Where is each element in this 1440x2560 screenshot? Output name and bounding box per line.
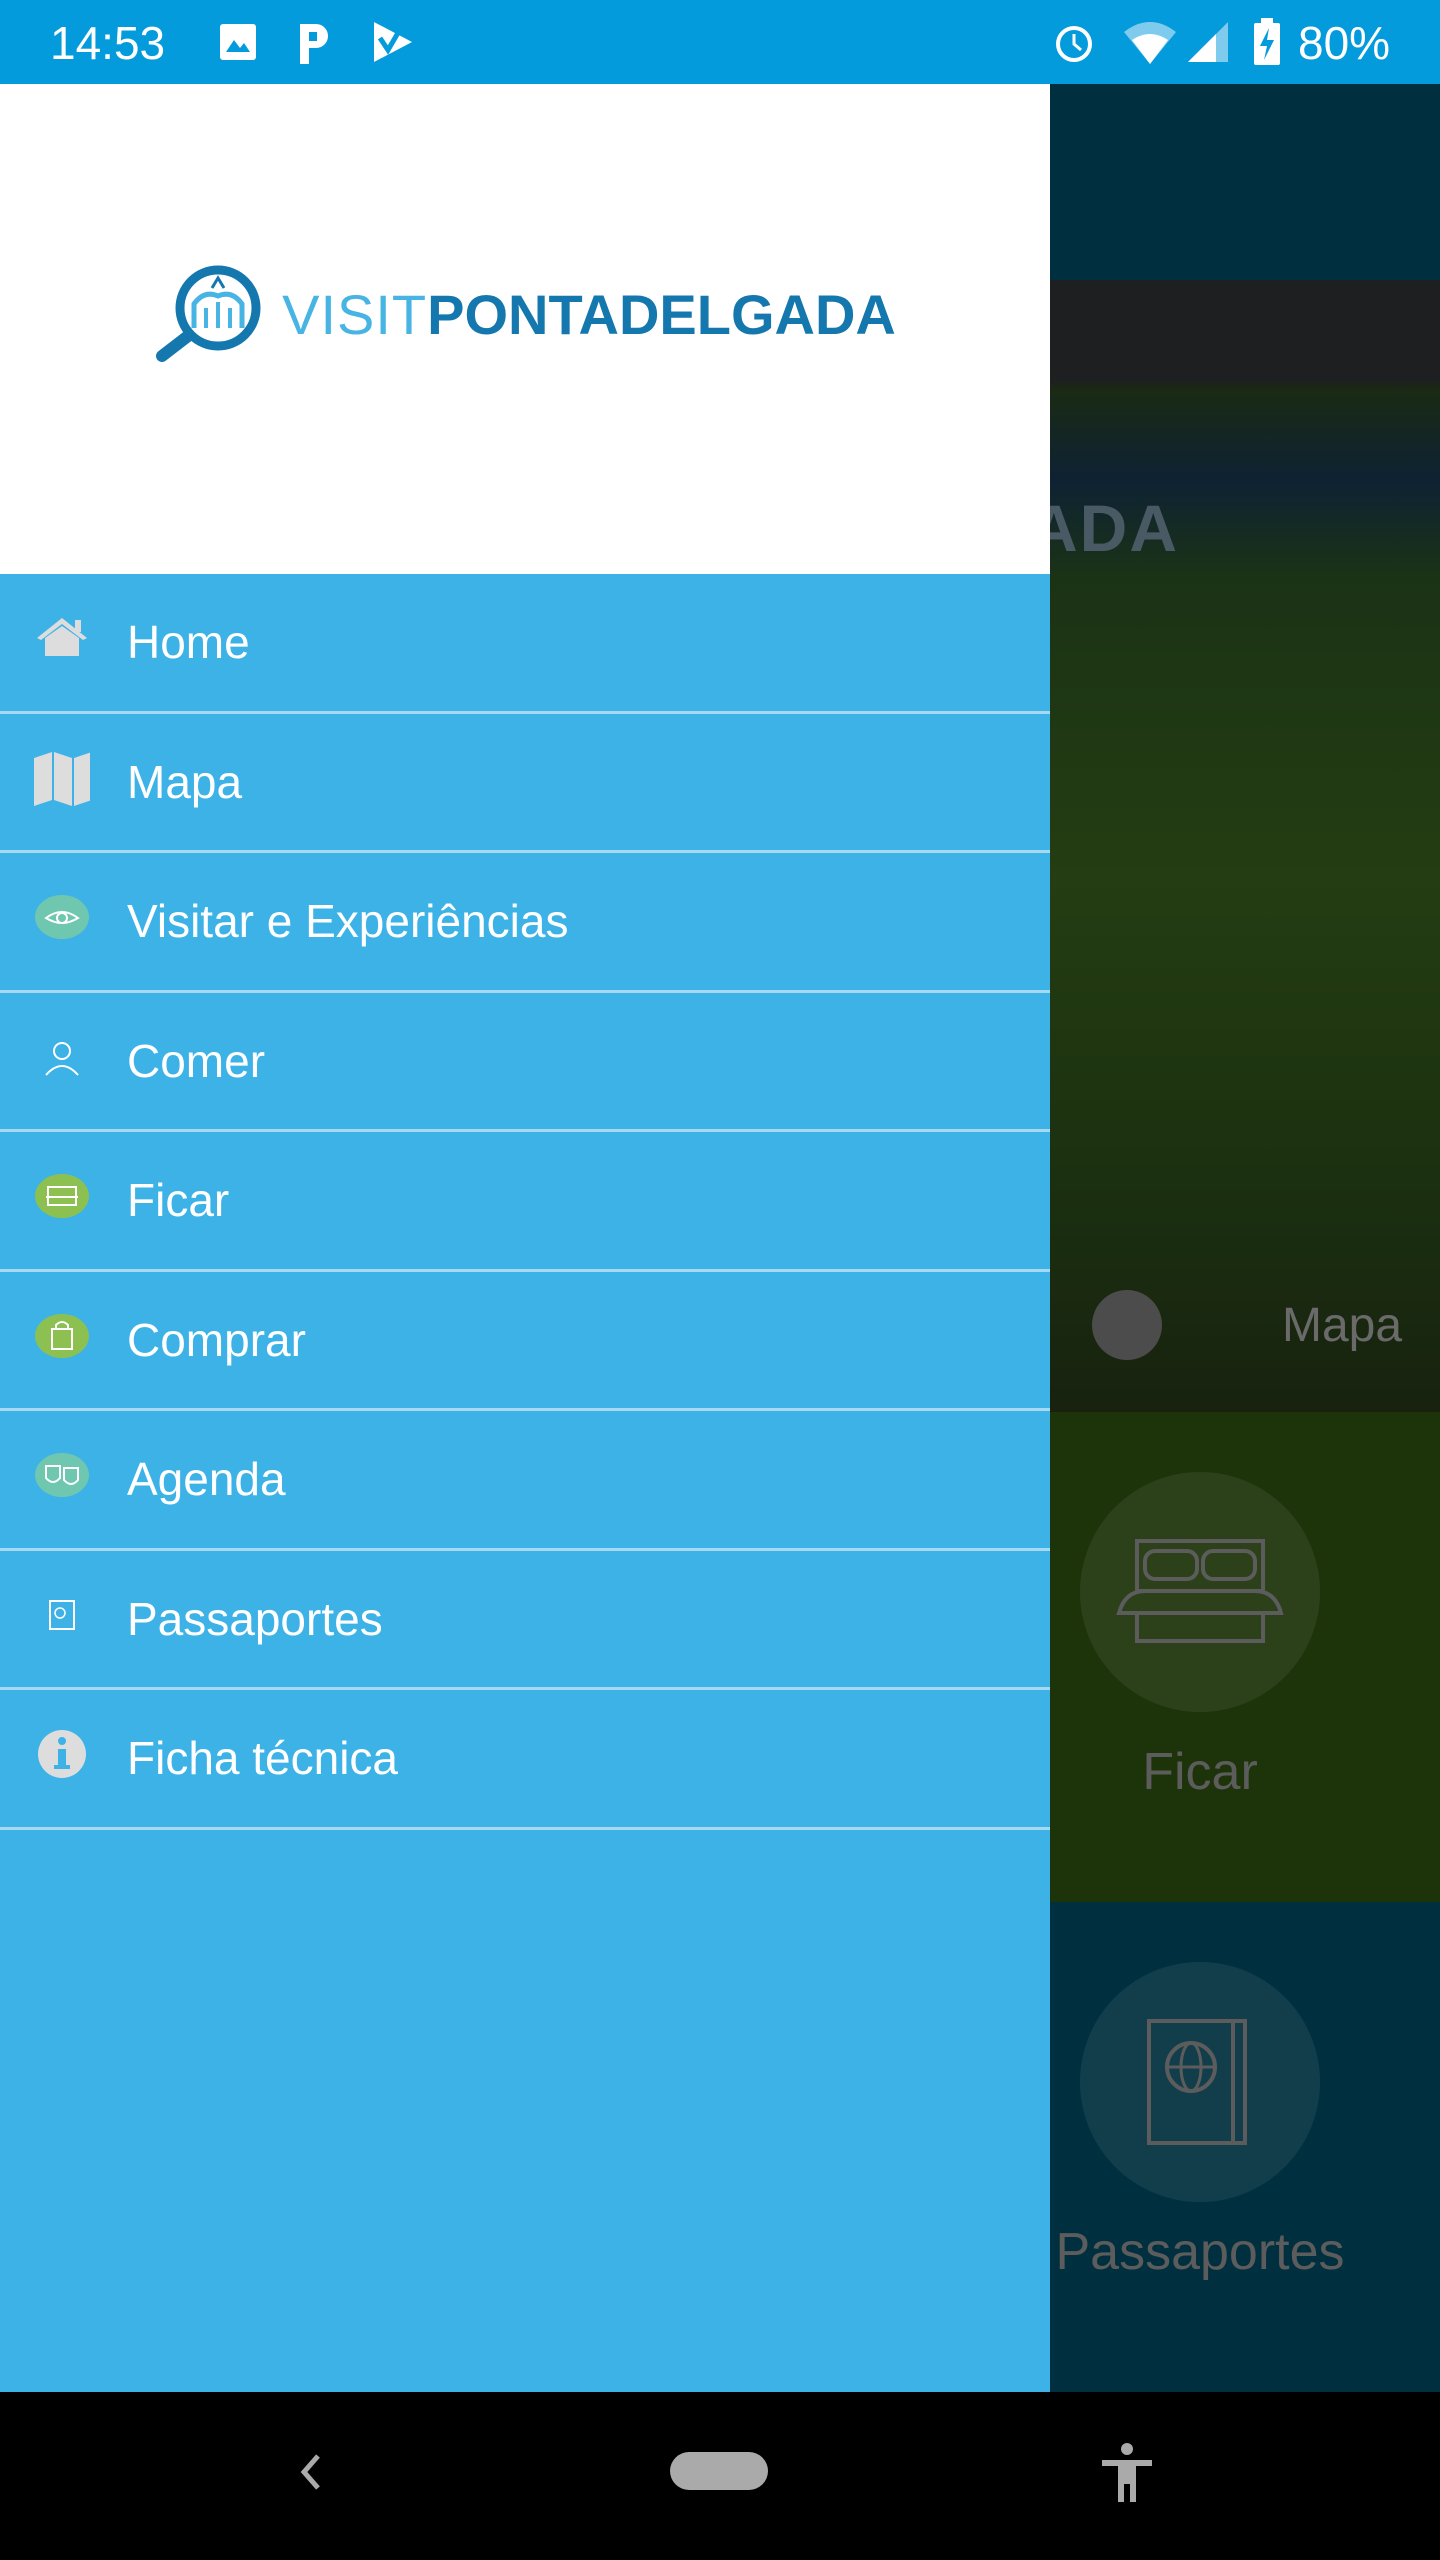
battery-charging-icon — [1252, 18, 1282, 65]
drawer-item-comprar[interactable]: Comprar — [0, 1272, 1050, 1411]
drawer-item-label: Comer — [127, 1034, 266, 1087]
bed-icon — [1080, 1472, 1320, 1712]
passport-icon — [34, 1589, 90, 1641]
image-icon — [218, 20, 258, 64]
tile-label-ficar: Ficar — [1142, 1743, 1258, 1801]
drawer-item-visitar[interactable]: Visitar e Experiências — [0, 853, 1050, 993]
map-icon — [34, 751, 90, 806]
carousel-dot — [1092, 1290, 1162, 1360]
drawer-item-comer[interactable]: Comer — [0, 993, 1050, 1132]
drawer-item-mapa[interactable]: Mapa — [0, 714, 1050, 853]
bed-icon — [34, 1170, 90, 1222]
drawer-item-home[interactable]: Home — [0, 574, 1050, 714]
drawer-item-label: Ficha técnica — [127, 1732, 399, 1785]
eye-icon — [34, 891, 90, 943]
theater-masks-icon — [34, 1449, 90, 1501]
check-icon — [372, 20, 414, 64]
drawer-item-label: Home — [127, 616, 250, 669]
wifi-icon — [1122, 20, 1178, 64]
tile-label-passaportes: Passaportes — [1055, 2223, 1345, 2281]
hero-map-link: Mapa — [1282, 1299, 1403, 1352]
battery-percent: 80% — [1298, 17, 1391, 69]
drawer-item-label: Passaportes — [127, 1592, 383, 1645]
drawer-item-label: Comprar — [127, 1313, 306, 1366]
drawer-item-agenda[interactable]: Agenda — [0, 1411, 1050, 1551]
shopping-bag-icon — [34, 1310, 90, 1362]
logo-word-pontadelgada: PONTADELGADA — [427, 282, 896, 346]
logo-word-visit: VISIT — [282, 282, 428, 346]
home-icon — [34, 612, 90, 664]
tile-ficar: Ficar — [1050, 1412, 1440, 1902]
alarm-icon — [1052, 20, 1096, 64]
status-bar: 14:53 80% — [0, 0, 1440, 84]
drawer-header: VISITPONTADELGADA — [0, 84, 1050, 574]
drawer-item-label: Mapa — [127, 755, 243, 808]
logo-magnifier-icon — [156, 265, 261, 362]
drawer-item-ficar[interactable]: Ficar — [0, 1132, 1050, 1272]
signal-icon — [1186, 20, 1230, 64]
drawer-item-label: Visitar e Experiências — [127, 895, 569, 948]
visit-ponta-delgada-logo: VISITPONTADELGADA — [154, 264, 896, 364]
drawer-item-passaportes[interactable]: Passaportes — [0, 1551, 1050, 1690]
parking-icon — [296, 20, 332, 64]
back-button[interactable] — [296, 2450, 324, 2499]
info-icon — [34, 1728, 90, 1780]
drawer-item-ficha-tecnica[interactable]: Ficha técnica — [0, 1690, 1050, 1830]
background-home-screen: ADA Mapa Ficar Passaportes — [1050, 84, 1440, 2392]
hero-image: ADA Mapa — [1050, 280, 1440, 1412]
system-navigation-bar — [0, 2392, 1440, 2560]
app-toolbar — [1050, 84, 1440, 280]
drawer-item-label: Agenda — [127, 1453, 286, 1506]
status-time: 14:53 — [50, 17, 166, 69]
accessibility-icon[interactable] — [1098, 2442, 1156, 2509]
home-button[interactable] — [670, 2452, 768, 2490]
tile-passaportes: Passaportes — [1050, 1902, 1440, 2392]
drawer-item-label: Ficar — [127, 1174, 230, 1227]
chef-icon — [34, 1031, 90, 1083]
navigation-drawer: VISITPONTADELGADA Home Mapa Visitar e Ex… — [0, 84, 1050, 2392]
passport-icon — [1080, 1962, 1320, 2202]
hero-title: ADA — [1050, 491, 1179, 565]
